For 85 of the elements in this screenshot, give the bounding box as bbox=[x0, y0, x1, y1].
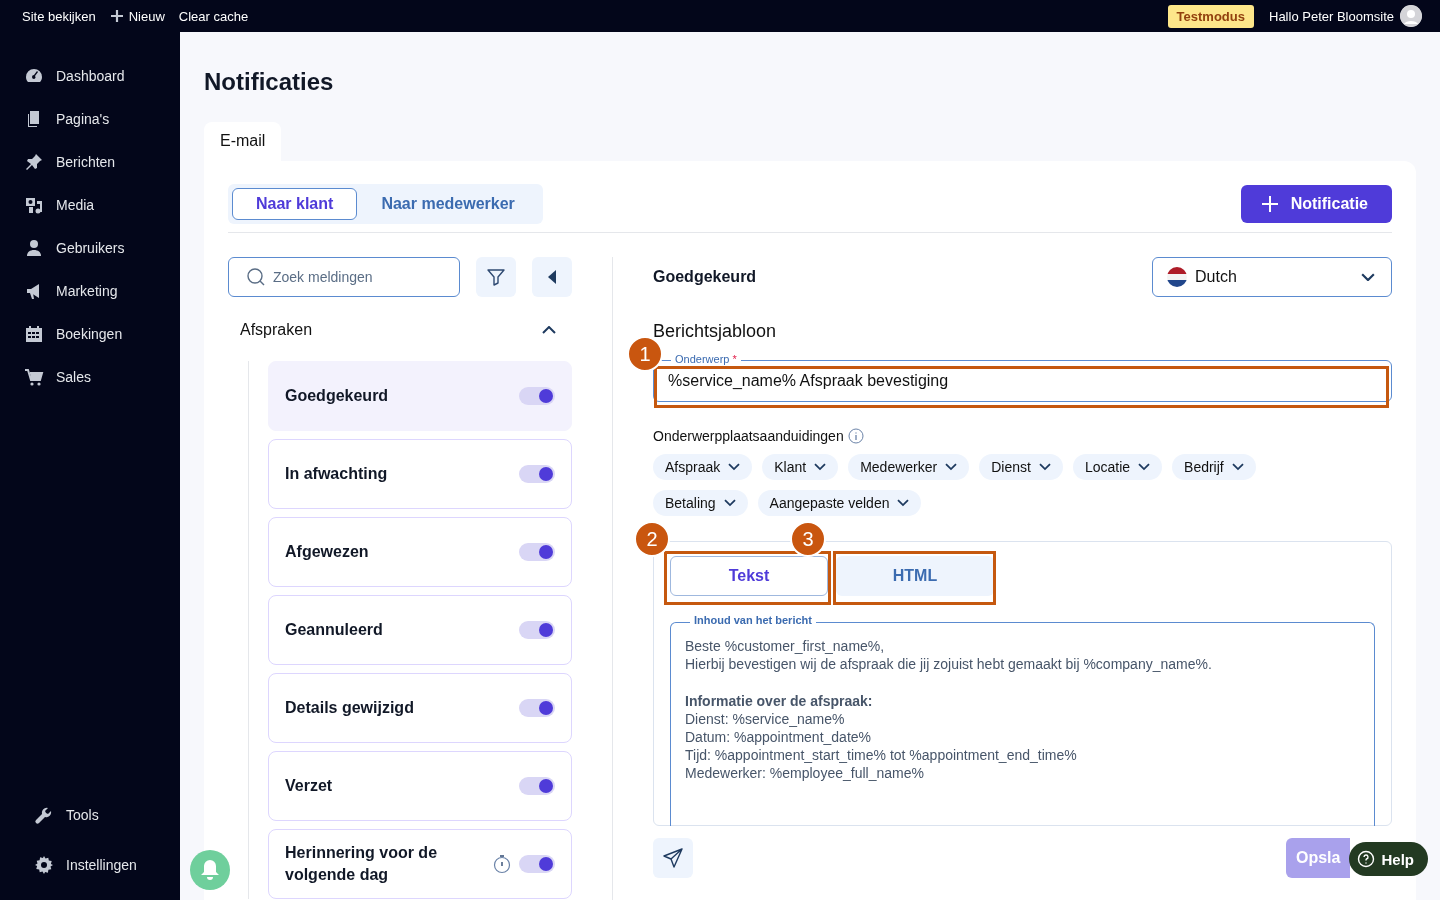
bell-icon bbox=[199, 858, 221, 882]
toggle-switch[interactable] bbox=[519, 621, 555, 639]
placeholder-chip[interactable]: Aangepaste velden bbox=[757, 490, 922, 516]
chevron-down-icon bbox=[1138, 463, 1151, 471]
caret-left-icon bbox=[546, 269, 558, 285]
toggle-switch[interactable] bbox=[519, 699, 555, 717]
group-title: Afspraken bbox=[240, 321, 313, 339]
language-select[interactable]: Dutch bbox=[1152, 257, 1392, 297]
notification-item[interactable]: Geannuleerd bbox=[268, 595, 572, 665]
annotation-badge: 1 bbox=[627, 336, 663, 372]
email-tab[interactable]: E-mail bbox=[204, 122, 282, 161]
calendar-icon bbox=[24, 323, 44, 344]
avatar-icon[interactable] bbox=[1400, 5, 1422, 27]
notification-item[interactable]: Afgewezen bbox=[268, 517, 572, 587]
user-greeting[interactable]: Hallo Peter Bloomsite bbox=[1269, 8, 1394, 24]
user-icon bbox=[24, 237, 44, 258]
filter-button[interactable] bbox=[476, 257, 516, 297]
sidebar-item[interactable]: Instellingen bbox=[0, 840, 180, 890]
page-title: Notificaties bbox=[204, 68, 335, 96]
chevron-down-icon bbox=[723, 499, 736, 507]
send-icon bbox=[662, 847, 684, 869]
chevron-up-icon[interactable] bbox=[542, 326, 556, 334]
topbar-link[interactable]: Site bekijken bbox=[22, 8, 96, 24]
placeholder-chip[interactable]: Bedrijf bbox=[1172, 454, 1256, 480]
wrench-icon bbox=[34, 805, 54, 825]
help-button[interactable]: Help bbox=[1349, 842, 1428, 876]
placeholder-chip[interactable]: Betaling bbox=[653, 490, 748, 516]
cart-icon bbox=[24, 366, 44, 387]
editor-tab[interactable]: Tekst bbox=[670, 556, 828, 596]
chevron-down-icon bbox=[945, 463, 958, 471]
sidebar-item[interactable]: Boekingen bbox=[0, 312, 180, 355]
field-label: Onderwerp * bbox=[671, 353, 741, 365]
notification-item[interactable]: Herinnering voor de volgende dag bbox=[268, 829, 572, 899]
placeholder-chip[interactable]: Locatie bbox=[1072, 454, 1163, 480]
placeholders-label: Onderwerpplaatsaanduidingen bbox=[653, 428, 844, 444]
topbar-link[interactable]: Nieuw bbox=[109, 8, 165, 24]
placeholder-chip[interactable]: Klant bbox=[762, 454, 839, 480]
send-test-button[interactable] bbox=[653, 838, 693, 878]
editor-tab[interactable]: HTML bbox=[836, 556, 994, 596]
sidebar-item[interactable]: Marketing bbox=[0, 269, 180, 312]
search-field[interactable]: Zoek meldingen bbox=[228, 257, 460, 297]
question-icon bbox=[1357, 850, 1376, 868]
field-label: Inhoud van het bericht bbox=[690, 614, 816, 626]
audience-tab[interactable]: Naar klant bbox=[232, 188, 358, 220]
chevron-down-icon bbox=[1361, 272, 1375, 282]
notification-item[interactable]: Details gewijzigd bbox=[268, 673, 572, 743]
audience-tab[interactable]: Naar medewerker bbox=[357, 188, 539, 220]
settings-icon bbox=[34, 855, 54, 875]
add-notification-button[interactable]: Notificatie bbox=[1240, 185, 1392, 223]
info-icon[interactable] bbox=[847, 428, 864, 444]
placeholder-chip[interactable]: Dienst bbox=[979, 454, 1063, 480]
pin-icon bbox=[24, 151, 44, 172]
placeholder-chip[interactable]: Medewerker bbox=[848, 454, 970, 480]
plus-icon bbox=[109, 9, 124, 23]
toggle-switch[interactable] bbox=[519, 543, 555, 561]
annotation-badge: 2 bbox=[634, 521, 670, 557]
chevron-down-icon bbox=[814, 463, 827, 471]
sidebar-item[interactable]: Media bbox=[0, 183, 180, 226]
search-icon bbox=[246, 267, 266, 287]
filter-icon bbox=[486, 267, 506, 287]
topbar-link[interactable]: Clear cache bbox=[178, 8, 249, 24]
toggle-switch[interactable] bbox=[519, 855, 555, 873]
chevron-down-icon bbox=[1231, 463, 1244, 471]
flag-icon bbox=[1167, 267, 1187, 287]
chevron-down-icon bbox=[897, 499, 910, 507]
notification-item[interactable]: In afwachting bbox=[268, 439, 572, 509]
sidebar-item[interactable]: Dashboard bbox=[0, 54, 180, 97]
sidebar-item[interactable]: Gebruikers bbox=[0, 226, 180, 269]
chevron-down-icon bbox=[1038, 463, 1051, 471]
notification-title: Goedgekeurd bbox=[653, 268, 757, 286]
notification-item[interactable]: Verzet bbox=[268, 751, 572, 821]
sidebar-item[interactable]: Berichten bbox=[0, 140, 180, 183]
placeholder-chip[interactable]: Afspraak bbox=[653, 454, 753, 480]
sidebar-item[interactable]: Pagina's bbox=[0, 97, 180, 140]
chevron-down-icon bbox=[728, 463, 741, 471]
collapse-button[interactable] bbox=[532, 257, 572, 297]
notification-item[interactable]: Goedgekeurd bbox=[268, 361, 572, 431]
test-mode-badge: Testmodus bbox=[1167, 4, 1254, 28]
sidebar-item[interactable]: Sales bbox=[0, 355, 180, 398]
plus-icon bbox=[1260, 195, 1279, 213]
sidebar-item[interactable]: Tools bbox=[0, 790, 180, 840]
annotation-badge: 3 bbox=[790, 521, 826, 557]
toggle-switch[interactable] bbox=[519, 387, 555, 405]
toggle-switch[interactable] bbox=[519, 465, 555, 483]
toggle-switch[interactable] bbox=[519, 777, 555, 795]
